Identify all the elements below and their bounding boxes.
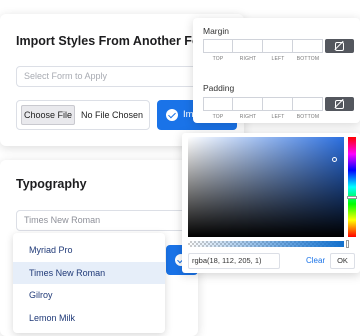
- padding-right-input[interactable]: [233, 97, 263, 111]
- color-value-input[interactable]: rgba(18, 112, 205, 1): [188, 253, 280, 269]
- font-option[interactable]: Myriad Pro: [13, 239, 165, 261]
- link-off-icon[interactable]: [325, 39, 354, 53]
- alpha-slider-thumb[interactable]: [346, 240, 349, 248]
- font-option-selected[interactable]: Times New Roman: [13, 261, 165, 284]
- font-option[interactable]: Gilroy: [13, 284, 165, 306]
- margin-right-input[interactable]: [233, 39, 263, 53]
- import-styles-title: Import Styles From Another Form: [16, 34, 216, 48]
- screen: Import Styles From Another Form Select F…: [0, 0, 360, 336]
- color-cursor[interactable]: [332, 157, 337, 162]
- margin-side-labels: TOP RIGHT LEFT BOTTOM: [203, 56, 323, 62]
- alpha-gradient: [188, 241, 344, 247]
- font-dropdown-menu: Myriad Pro Times New Roman Gilroy Lemon …: [13, 233, 165, 333]
- saturation-value-area[interactable]: [188, 137, 344, 237]
- side-label-right: RIGHT: [239, 114, 257, 120]
- side-label-top: TOP: [212, 114, 224, 120]
- color-picker: rgba(18, 112, 205, 1) Clear OK: [182, 133, 360, 273]
- padding-bottom-input[interactable]: [293, 97, 323, 111]
- spacing-panel: Margin TOP RIGHT LEFT BOTTOM Padding TOP…: [193, 18, 360, 123]
- padding-top-input[interactable]: [203, 97, 233, 111]
- check-circle-icon: [166, 109, 178, 121]
- file-input[interactable]: Choose File No File Chosen: [16, 100, 150, 130]
- padding-side-labels: TOP RIGHT LEFT BOTTOM: [203, 114, 323, 120]
- side-label-right: RIGHT: [239, 56, 257, 62]
- choose-file-button[interactable]: Choose File: [21, 105, 75, 125]
- link-off-icon[interactable]: [325, 97, 354, 111]
- hue-slider-thumb[interactable]: [347, 196, 357, 199]
- clear-button[interactable]: Clear: [306, 256, 325, 265]
- padding-left-input[interactable]: [263, 97, 293, 111]
- ok-button[interactable]: OK: [330, 253, 355, 269]
- side-label-bottom: BOTTOM: [296, 114, 320, 120]
- hue-slider[interactable]: [348, 137, 356, 237]
- alpha-slider[interactable]: [188, 240, 349, 248]
- margin-bottom-input[interactable]: [293, 39, 323, 53]
- margin-inputs: [203, 39, 354, 53]
- side-label-top: TOP: [212, 56, 224, 62]
- file-status-text: No File Chosen: [81, 110, 144, 120]
- padding-inputs: [203, 97, 354, 111]
- font-family-select[interactable]: Times New Roman: [16, 210, 192, 231]
- side-label-left: LEFT: [271, 56, 285, 62]
- margin-top-input[interactable]: [203, 39, 233, 53]
- side-label-bottom: BOTTOM: [296, 56, 320, 62]
- margin-left-input[interactable]: [263, 39, 293, 53]
- typography-title: Typography: [16, 177, 87, 191]
- padding-label: Padding: [203, 83, 235, 93]
- font-option[interactable]: Lemon Milk: [13, 307, 165, 329]
- margin-label: Margin: [203, 26, 229, 36]
- side-label-left: LEFT: [271, 114, 285, 120]
